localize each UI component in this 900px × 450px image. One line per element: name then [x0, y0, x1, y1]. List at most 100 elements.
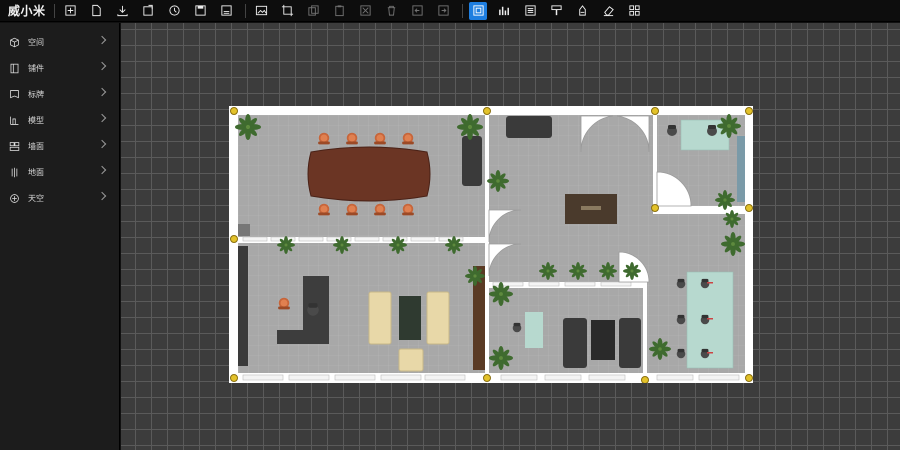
desk-row[interactable]: [686, 271, 734, 369]
3d-view-icon: [498, 6, 509, 16]
sidebar-item-floor[interactable]: 地面: [0, 159, 119, 185]
signboard-icon: [8, 88, 20, 100]
import-button[interactable]: [139, 2, 157, 20]
save-as-icon: [220, 5, 232, 16]
crop-icon: [281, 4, 293, 17]
paint-icon: [550, 5, 562, 16]
coffee-table[interactable]: [399, 296, 421, 340]
sofa[interactable]: [563, 318, 587, 368]
left-sidebar: 空间铺件标牌模型墙面地面天空: [0, 23, 120, 450]
cube-icon: [8, 36, 20, 48]
undo-icon: [411, 5, 423, 16]
wall-icon: [8, 140, 20, 152]
new-file-button[interactable]: [61, 2, 79, 20]
undo-button: [408, 2, 426, 20]
cut-icon: [359, 5, 371, 16]
floor-icon: [8, 166, 20, 178]
copy-icon: [307, 5, 319, 16]
toolbar-buttons: [61, 1, 651, 20]
chevron-right-icon: [97, 165, 107, 175]
toolbar-divider: [54, 3, 55, 18]
layers-icon: [524, 5, 536, 16]
sofa[interactable]: [462, 136, 482, 186]
new-file-icon: [64, 5, 76, 16]
armchair[interactable]: [368, 291, 392, 345]
paint-button[interactable]: [547, 2, 565, 20]
chevron-right-icon: [97, 87, 107, 97]
open-file-button[interactable]: [87, 2, 105, 20]
eraser-icon: [603, 6, 614, 17]
save-as-button[interactable]: [217, 2, 235, 20]
toolbar-divider: [245, 3, 246, 18]
chevron-right-icon: [97, 61, 107, 71]
chevron-right-icon: [97, 191, 107, 201]
plan-view-icon: [472, 5, 484, 16]
save-button[interactable]: [191, 2, 209, 20]
top-toolbar: 威小米: [0, 0, 900, 22]
sidebar-item-label: 标牌: [28, 89, 44, 99]
sidebar-item-label: 空间: [28, 37, 44, 47]
delete-button: [382, 2, 400, 20]
3d-view-button[interactable]: [495, 2, 513, 20]
history-button[interactable]: [165, 2, 183, 20]
app-logo: 威小米: [8, 4, 46, 18]
delete-icon: [387, 5, 395, 16]
paste-button: [330, 2, 348, 20]
sidebar-item-door[interactable]: 铺件: [0, 55, 119, 81]
interior-wall[interactable]: [643, 282, 647, 373]
sidebar-item-label: 墙面: [28, 141, 44, 151]
sidebar-item-signboard[interactable]: 标牌: [0, 81, 119, 107]
eraser-button[interactable]: [599, 2, 617, 20]
sidebar-item-cube[interactable]: 空间: [0, 29, 119, 55]
plan-view-button[interactable]: [469, 1, 487, 20]
save-icon: [194, 5, 206, 16]
image-button[interactable]: [252, 2, 270, 20]
open-file-icon: [91, 4, 101, 17]
sidebar-menu: 空间铺件标牌模型墙面地面天空: [0, 29, 119, 211]
cabinet[interactable]: [238, 224, 250, 236]
sofa[interactable]: [619, 318, 641, 368]
armchair[interactable]: [426, 291, 450, 345]
cut-button: [356, 2, 374, 20]
desk-item: [581, 206, 601, 210]
sidebar-item-label: 天空: [28, 193, 44, 203]
sidebar-item-label: 模型: [28, 115, 44, 125]
import-icon: [142, 4, 153, 16]
toolbar-divider: [462, 3, 463, 18]
paste-icon: [334, 5, 344, 17]
grid-button[interactable]: [625, 2, 643, 20]
interior-wall[interactable]: [653, 115, 657, 210]
sidebar-item-label: 地面: [28, 167, 44, 177]
floor-plan[interactable]: [229, 106, 753, 383]
chevron-right-icon: [97, 113, 107, 123]
bookshelf[interactable]: [238, 246, 248, 366]
sidebar-item-sky[interactable]: 天空: [0, 185, 119, 211]
glass-partition: [737, 136, 745, 202]
chevron-right-icon: [97, 139, 107, 149]
redo-icon: [437, 5, 449, 16]
sidebar-item-wall[interactable]: 墙面: [0, 133, 119, 159]
grid-icon: [628, 5, 640, 16]
sidebar-item-model[interactable]: 模型: [0, 107, 119, 133]
model-icon: [8, 114, 20, 126]
coffee-table[interactable]: [591, 320, 615, 360]
door-icon: [8, 62, 20, 74]
history-icon: [168, 5, 180, 16]
copy-button: [304, 2, 322, 20]
armchair[interactable]: [398, 348, 424, 372]
crop-button[interactable]: [278, 2, 296, 20]
sidebar-item-label: 铺件: [28, 63, 44, 73]
conference-table[interactable]: [307, 146, 431, 202]
sky-icon: [8, 192, 20, 204]
lock-icon: [578, 5, 586, 16]
lock-button[interactable]: [573, 2, 591, 20]
redo-button: [434, 2, 452, 20]
interior-wall[interactable]: [485, 115, 489, 373]
download-button[interactable]: [113, 2, 131, 20]
sofa[interactable]: [506, 116, 552, 138]
image-icon: [255, 5, 267, 16]
chevron-right-icon: [97, 35, 107, 45]
download-icon: [116, 5, 128, 17]
desk[interactable]: [525, 312, 543, 348]
layers-button[interactable]: [521, 2, 539, 20]
